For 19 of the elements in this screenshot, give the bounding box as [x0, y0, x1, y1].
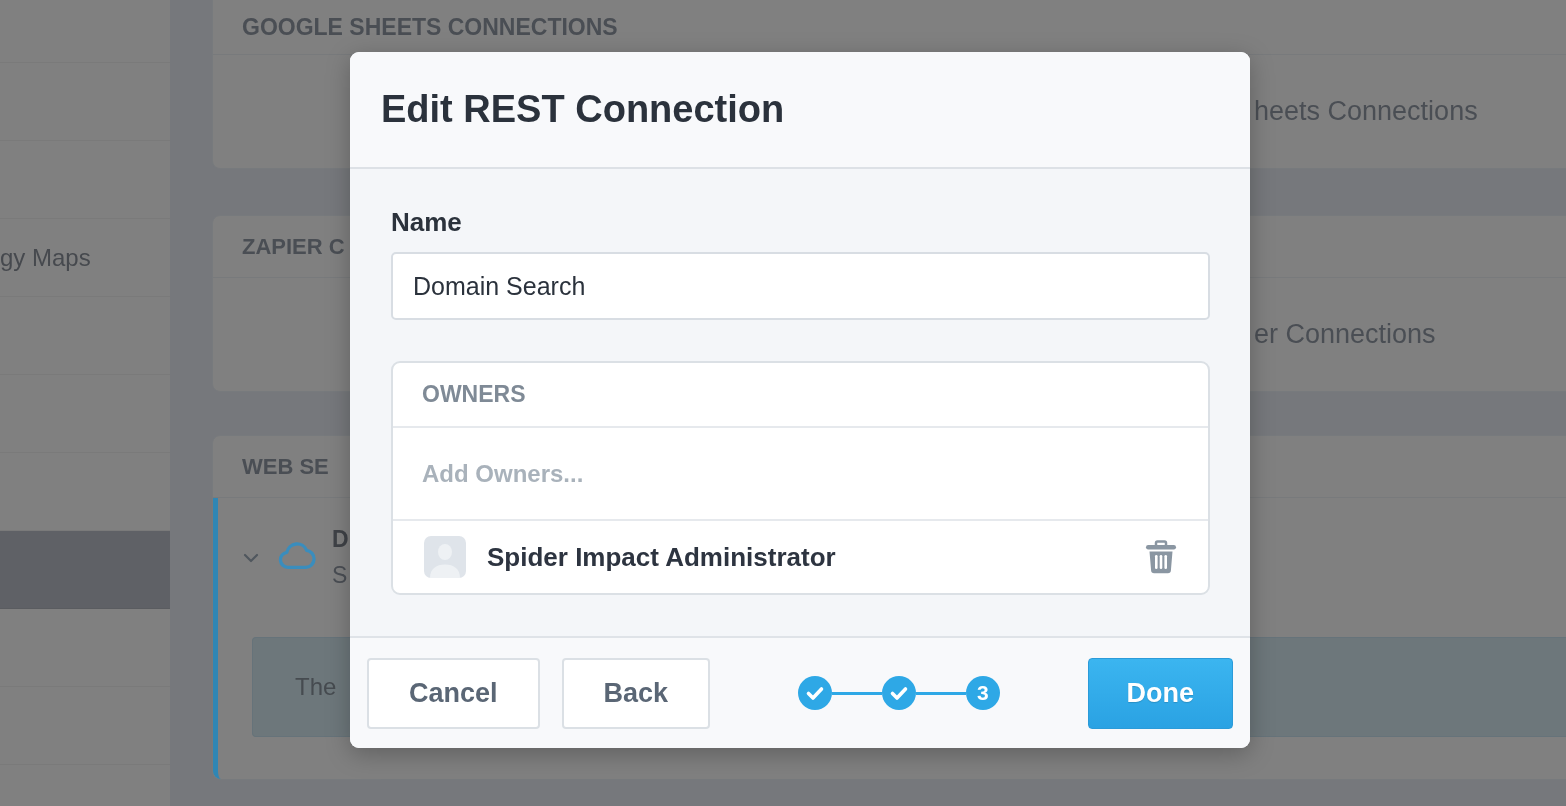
avatar-icon: [424, 536, 466, 578]
trash-icon[interactable]: [1145, 540, 1177, 574]
field-label: Name: [391, 206, 463, 238]
chevron-down-icon[interactable]: [243, 553, 259, 563]
step-connector: [915, 691, 966, 695]
connection-name: D: [332, 525, 349, 553]
step-number: 3: [965, 676, 1000, 710]
back-button[interactable]: Back: [561, 657, 711, 729]
owner-search-input[interactable]: Add Owners...: [422, 456, 1179, 491]
cancel-button[interactable]: Cancel: [367, 657, 540, 729]
name-input[interactable]: Domain Search: [391, 252, 1210, 320]
done-button[interactable]: Done: [1087, 657, 1233, 729]
owner-name: Spider Impact Administrator: [487, 541, 836, 573]
dialog-title: Edit REST Connection: [381, 88, 785, 131]
step-connector: [831, 691, 882, 695]
sidebar-item[interactable]: gy Maps: [0, 219, 170, 297]
owners-title: OWNERS: [422, 381, 526, 408]
cloud-icon: [278, 541, 316, 570]
sidebar-item[interactable]: [0, 531, 170, 609]
